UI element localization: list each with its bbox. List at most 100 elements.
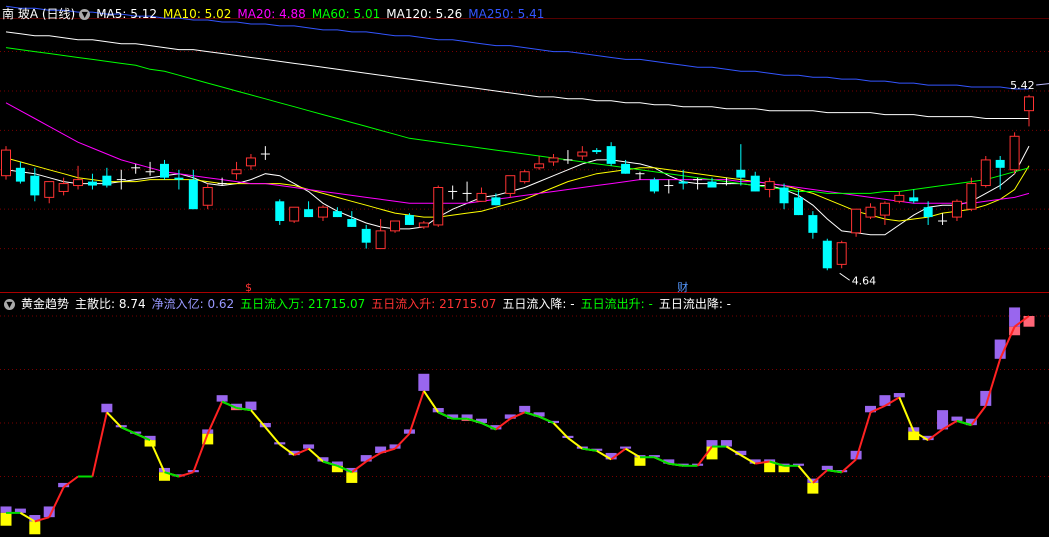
- indicator-header: ▼ 黄金趋势 主散比: 8.74 净流入亿: 0.62 五日流入万: 21715…: [2, 295, 737, 313]
- candle-body: [534, 163, 545, 169]
- candle-body: [678, 181, 688, 184]
- indicator-settings-icon[interactable]: ▼: [4, 298, 15, 310]
- candle-body: [275, 201, 285, 222]
- candle-body: [995, 159, 1005, 168]
- indicator-trend-segment: [625, 447, 641, 459]
- indicator-trend-segment: [927, 428, 944, 441]
- indicator-trend-segment: [812, 469, 828, 484]
- event-marker: 财: [677, 280, 688, 294]
- indicator-trend-segment: [567, 437, 583, 450]
- indicator-trend-segment: [264, 426, 281, 446]
- candle-body: [1, 149, 11, 177]
- candle-body: [923, 207, 933, 218]
- indicator-trend-segment: [106, 411, 122, 428]
- candle-body: [476, 192, 487, 202]
- candle-body: [87, 181, 97, 186]
- candle-body: [707, 181, 717, 188]
- candle-body: [231, 169, 242, 175]
- candle-body: [433, 187, 444, 226]
- candle-body: [375, 230, 386, 250]
- indicator-trend-segment: [855, 412, 872, 460]
- candle-body: [347, 219, 357, 227]
- annotation-high-label: 5.42: [1010, 79, 1035, 92]
- annotation-low-label: 4.64: [852, 274, 877, 287]
- indicator-bar-purple: [519, 405, 531, 413]
- ma10-label: MA10: 5.02: [162, 7, 232, 21]
- ma120-label: MA120: 5.26: [386, 7, 463, 21]
- indicator-trend-segment: [192, 433, 209, 473]
- annotation-pointer: [1036, 83, 1049, 86]
- candle-body: [966, 183, 977, 210]
- candle-body: [58, 183, 69, 192]
- indicator-trend-segment: [120, 426, 137, 435]
- chart-settings-icon[interactable]: ▼: [79, 8, 91, 20]
- ma-line-ma120: [5, 31, 1029, 119]
- candle-body: [592, 150, 602, 153]
- candle-body: [808, 215, 818, 233]
- indicator-trend-segment: [91, 412, 108, 477]
- indicator-trend-segment: [63, 475, 79, 489]
- candle-body: [793, 197, 803, 216]
- candle-body: [750, 175, 760, 192]
- candle-body: [44, 181, 55, 198]
- indicator-trend-segment: [48, 486, 65, 518]
- candle-body: [764, 181, 775, 190]
- indicator-bar-red: [1023, 316, 1035, 327]
- indicator-trend-segment: [970, 405, 987, 426]
- candle-body: [174, 177, 184, 180]
- candle-body: [1024, 96, 1034, 112]
- indicator-trend-segment: [898, 396, 915, 432]
- candle-body: [980, 159, 991, 187]
- event-marker: $: [245, 281, 252, 294]
- ma5-label: MA5: 5.12: [96, 7, 157, 21]
- indicator-item-0: 主散比: 8.74: [75, 297, 146, 311]
- candle-body: [245, 157, 256, 167]
- indicator-item-4: 五日流入降: -: [502, 297, 575, 311]
- ma-line-ma5: [5, 145, 1030, 236]
- indicator-trend-segment: [552, 422, 569, 439]
- indicator-bar-yellow: [0, 512, 12, 526]
- candle-body: [865, 206, 876, 218]
- indicator-trend-segment: [408, 390, 425, 435]
- indicator-item-6: 五日流出降: -: [658, 297, 732, 311]
- candle-body: [548, 157, 559, 163]
- candle-body: [851, 208, 862, 234]
- candle-body: [505, 175, 516, 194]
- candle-body: [577, 151, 588, 157]
- indicator-trend-segment: [984, 358, 1002, 407]
- stock-title: 南 玻A (日线): [2, 7, 76, 21]
- indicator-bar-yellow: [634, 457, 646, 466]
- candle-body: [188, 179, 198, 210]
- candle-body: [606, 146, 616, 164]
- candle-body: [317, 206, 328, 218]
- ma-line-ma60: [5, 47, 1030, 194]
- candle-body: [879, 202, 890, 216]
- candle-body: [418, 222, 429, 228]
- candle-body: [202, 187, 213, 206]
- indicator-trend-segment: [797, 465, 814, 484]
- indicator-item-5: 五日流出升: -: [580, 297, 653, 311]
- candle-body: [1009, 135, 1020, 171]
- indicator-bar-yellow: [346, 472, 358, 483]
- indicator-bar-purple: [101, 403, 113, 413]
- indicator-trend-segment: [351, 460, 367, 474]
- indicator-trend-segment: [423, 390, 440, 413]
- indicator-bar-purple: [620, 446, 632, 449]
- indicator-bar-purple: [893, 393, 905, 398]
- indicator-bar-purple: [821, 465, 833, 471]
- candle-body: [779, 187, 789, 204]
- candle-body: [30, 175, 40, 196]
- indicator-trend-segment: [841, 458, 857, 473]
- candle-body: [332, 211, 342, 218]
- indicator-bar-yellow: [807, 482, 819, 494]
- candle-body: [519, 171, 530, 183]
- candle-body: [404, 215, 414, 225]
- candle-body: [159, 163, 169, 178]
- indicator-bar-yellow: [29, 521, 41, 535]
- indicator-trend-segment: [307, 447, 324, 463]
- ma20-label: MA20: 4.88: [237, 7, 306, 21]
- candle-body: [909, 197, 919, 202]
- indicator-bar-purple: [216, 395, 228, 402]
- indicator-bar-purple: [418, 373, 430, 391]
- candle-body: [289, 206, 300, 222]
